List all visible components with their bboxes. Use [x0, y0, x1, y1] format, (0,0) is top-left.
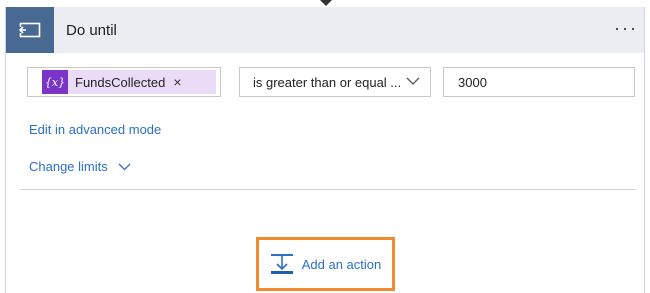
do-until-card: Do until ··· {x} FundsCollected × is gre…: [5, 7, 645, 293]
token-label: FundsCollected: [75, 74, 166, 90]
connector-arrow: [320, 0, 332, 6]
chevron-down-icon: [406, 77, 420, 85]
add-action-button[interactable]: Add an action: [256, 237, 395, 291]
change-limits-link[interactable]: Change limits: [29, 159, 131, 174]
condition-value-input[interactable]: 3000: [443, 67, 635, 97]
add-action-icon: [270, 254, 293, 274]
add-action-label: Add an action: [301, 256, 382, 272]
more-options-icon[interactable]: ···: [614, 19, 638, 37]
change-limits-label: Change limits: [29, 159, 108, 174]
chevron-down-icon: [118, 163, 131, 170]
card-header[interactable]: Do until ···: [6, 7, 644, 53]
variable-icon: {x}: [42, 70, 68, 94]
do-until-loop-icon: [6, 7, 54, 53]
dynamic-content-token[interactable]: {x} FundsCollected ×: [42, 70, 216, 94]
token-remove-icon[interactable]: ×: [173, 74, 181, 90]
condition-left-operand[interactable]: {x} FundsCollected ×: [27, 67, 221, 97]
operator-value: is greater than or equal ...: [253, 74, 402, 90]
divider: [20, 189, 636, 190]
canvas: Do until ··· {x} FundsCollected × is gre…: [0, 0, 650, 293]
condition-value: 3000: [458, 74, 487, 90]
operator-dropdown[interactable]: is greater than or equal ...: [239, 67, 431, 97]
edit-advanced-mode-link[interactable]: Edit in advanced mode: [29, 122, 161, 137]
card-title: Do until: [66, 21, 117, 39]
